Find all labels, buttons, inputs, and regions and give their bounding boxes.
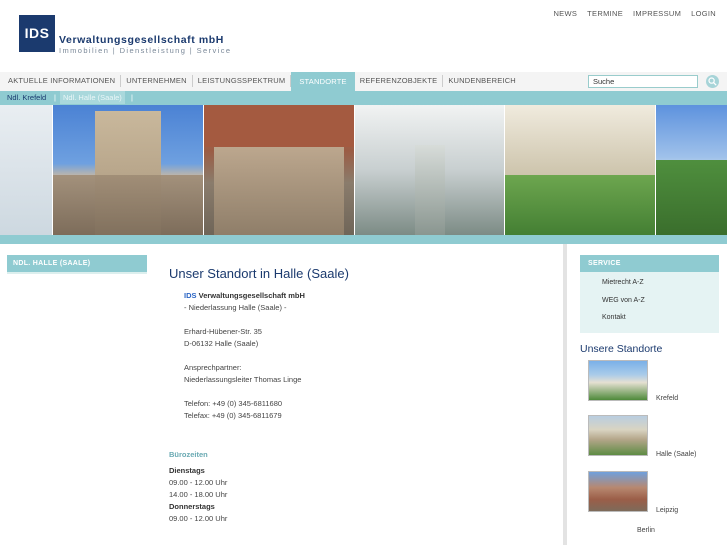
- city-line: D-06132 Halle (Saale): [184, 339, 259, 348]
- location-thumbnail-halle[interactable]: [588, 415, 648, 456]
- subnav-separator: |: [54, 93, 56, 102]
- banner-photo-tower-building: [52, 105, 203, 235]
- search-button[interactable]: [706, 75, 719, 88]
- left-nav-underline: [7, 272, 147, 274]
- location-link-berlin[interactable]: Berlin: [637, 527, 655, 534]
- logo-company-name: Verwaltungsgesellschaft mbH: [59, 34, 224, 46]
- hours-time: 09.00 - 12.00 Uhr: [169, 478, 228, 487]
- location-thumbnail-leipzig[interactable]: [588, 471, 648, 512]
- top-link-termine[interactable]: TERMINE: [587, 9, 623, 18]
- nav-item-unternehmen[interactable]: UNTERNEHMEN: [121, 75, 193, 87]
- column-divider: [563, 244, 567, 545]
- contact-label: Ansprechpartner:: [184, 363, 242, 372]
- service-heading: SERVICE: [580, 255, 719, 272]
- hours-time: 14.00 - 18.00 Uhr: [169, 490, 228, 499]
- location-thumbnail-krefeld[interactable]: [588, 360, 648, 401]
- branch-line: - Niederlassung Halle (Saale) -: [184, 303, 287, 312]
- banner-photo-glass-atrium: [354, 105, 505, 235]
- left-nav-item-halle[interactable]: NDL. HALLE (SAALE): [7, 255, 147, 272]
- service-link-weg[interactable]: WEG von A-Z: [580, 290, 719, 308]
- subnav-item-krefeld[interactable]: Ndl. Krefeld: [7, 91, 46, 104]
- subnav-separator: |: [131, 93, 133, 102]
- logo-mark: IDS: [19, 15, 55, 52]
- top-navigation: NEWS TERMINE IMPRESSUM LOGIN: [553, 9, 716, 18]
- location-link-krefeld[interactable]: Krefeld: [656, 395, 678, 402]
- office-hours: Dienstags 09.00 - 12.00 Uhr 14.00 - 18.0…: [169, 465, 227, 525]
- phone-line: Telefon: +49 (0) 345-6811680: [184, 399, 283, 408]
- subnav-item-halle[interactable]: Ndl. Halle (Saale): [60, 91, 125, 104]
- nav-item-standorte[interactable]: STANDORTE: [291, 72, 355, 91]
- top-link-news[interactable]: NEWS: [553, 9, 577, 18]
- hours-day: Donnerstags: [169, 502, 215, 511]
- page-title: Unser Standort in Halle (Saale): [169, 266, 349, 281]
- nav-item-referenzobjekte[interactable]: REFERENZOBJEKTE: [355, 75, 444, 87]
- hours-day: Dienstags: [169, 466, 205, 475]
- banner-photo-courtyard: [505, 105, 656, 235]
- banner-accent-bar: [0, 235, 727, 244]
- banner-photo-trees: [656, 105, 727, 235]
- top-link-login[interactable]: LOGIN: [691, 9, 716, 18]
- logo-tagline: Immobilien | Dienstleistung | Service: [59, 46, 232, 55]
- office-hours-heading: Bürozeiten: [169, 450, 208, 459]
- company-line: IDS Verwaltungsgesellschaft mbH: [184, 290, 305, 302]
- top-link-impressum[interactable]: IMPRESSUM: [633, 9, 681, 18]
- service-box: SERVICE Mietrecht A-Z WEG von A-Z Kontak…: [580, 255, 719, 333]
- photo-banner: [0, 105, 727, 235]
- nav-item-leistungsspektrum[interactable]: LEISTUNGSSPEKTRUM: [193, 75, 292, 87]
- hours-time: 09.00 - 12.00 Uhr: [169, 514, 228, 523]
- sub-navigation: Ndl. Krefeld | Ndl. Halle (Saale) |: [0, 91, 727, 105]
- banner-photo-sign: [0, 105, 52, 235]
- location-link-halle[interactable]: Halle (Saale): [656, 451, 696, 458]
- search-icon: [708, 77, 717, 86]
- company-name: Verwaltungsgesellschaft mbH: [198, 291, 305, 300]
- service-link-kontakt[interactable]: Kontakt: [580, 307, 719, 325]
- location-link-leipzig[interactable]: Leipzig: [656, 507, 678, 514]
- nav-item-aktuelle-informationen[interactable]: AKTUELLE INFORMATIONEN: [3, 75, 122, 87]
- search-input[interactable]: [588, 75, 698, 88]
- nav-item-kundenbereich[interactable]: KUNDENBEREICH: [443, 75, 521, 87]
- contact-name: Niederlassungsleiter Thomas Linge: [184, 375, 302, 384]
- company-prefix: IDS: [184, 291, 197, 300]
- address-block: IDS Verwaltungsgesellschaft mbH - Nieder…: [184, 290, 305, 422]
- banner-photo-villa: [203, 105, 354, 235]
- company-logo[interactable]: IDS Verwaltungsgesellschaft mbH Immobili…: [19, 15, 249, 55]
- street-line: Erhard-Hübener-Str. 35: [184, 327, 262, 336]
- fax-line: Telefax: +49 (0) 345-6811679: [184, 411, 282, 420]
- service-link-mietrecht[interactable]: Mietrecht A-Z: [580, 272, 719, 290]
- locations-heading: Unsere Standorte: [580, 343, 663, 355]
